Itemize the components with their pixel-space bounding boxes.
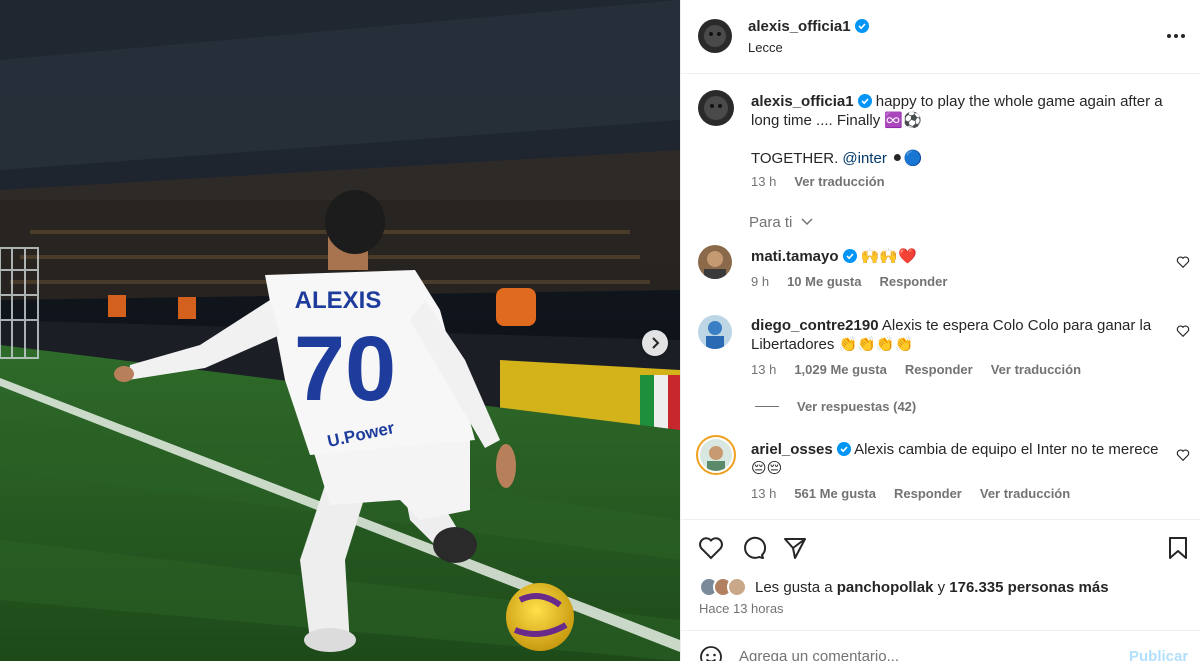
post-actions: Les gusta a panchopollak y 176.335 perso…: [681, 519, 1200, 661]
comment-filter-label: Para ti: [749, 214, 793, 231]
caption-author-avatar[interactable]: [698, 90, 734, 126]
heart-icon[interactable]: [698, 535, 724, 561]
post-timestamp[interactable]: Hace 13 horas: [699, 601, 784, 616]
comment-meta: 13 h 1,029 Me gusta Responder Ver traduc…: [751, 362, 1081, 377]
emoji-icon[interactable]: [699, 645, 723, 661]
comment-filter[interactable]: Para ti: [749, 214, 813, 231]
comment-likes[interactable]: 561 Me gusta: [794, 486, 876, 501]
post-modal: ALEXIS 70 U.Power alexis_officia1 Lecce: [0, 0, 1200, 661]
comment-reply-button[interactable]: Responder: [880, 274, 948, 289]
heart-icon[interactable]: [1176, 255, 1190, 269]
caption-username[interactable]: alexis_officia1: [751, 93, 854, 110]
publish-button[interactable]: Publicar: [1129, 648, 1188, 661]
share-icon[interactable]: [782, 535, 808, 561]
replies-divider: [755, 406, 779, 407]
comment-reply-button[interactable]: Responder: [905, 362, 973, 377]
comment-input[interactable]: [739, 645, 1119, 661]
post-location[interactable]: Lecce: [748, 40, 783, 55]
comment-likes[interactable]: 1,029 Me gusta: [794, 362, 887, 377]
next-photo-button[interactable]: [642, 330, 668, 356]
caption-mention-link[interactable]: @inter: [842, 150, 886, 167]
post-photo-image: ALEXIS 70 U.Power: [0, 0, 680, 661]
caption-line-2: TOGETHER. @inter ⚫🔵: [751, 149, 1171, 168]
caption-time[interactable]: 13 h: [751, 174, 776, 189]
next-arrow-icon: [652, 337, 660, 349]
view-replies-label: Ver respuestas (42): [797, 399, 917, 414]
likes-text: Les gusta a panchopollak y 176.335 perso…: [755, 579, 1109, 596]
comment-time[interactable]: 13 h: [751, 486, 776, 501]
comment-reply-button[interactable]: Responder: [894, 486, 962, 501]
comment-time[interactable]: 9 h: [751, 274, 769, 289]
comment-translate-button[interactable]: Ver traducción: [980, 486, 1070, 501]
liker-avatar: [727, 577, 747, 597]
caption-translate-button[interactable]: Ver traducción: [794, 174, 884, 189]
heart-icon[interactable]: [1176, 448, 1190, 462]
comment: ariel_osses Alexis cambia de equipo el I…: [751, 440, 1171, 478]
author-avatar[interactable]: [698, 19, 732, 53]
comment-icon[interactable]: [740, 535, 766, 561]
likes-others-link[interactable]: 176.335 personas más: [949, 579, 1108, 596]
verified-icon: [842, 249, 857, 263]
post-side-panel: alexis_officia1 Lecce alexis_officia1 ha…: [680, 0, 1200, 661]
more-options-icon[interactable]: [1165, 26, 1187, 46]
view-replies-button[interactable]: Ver respuestas (42): [755, 399, 916, 414]
caption-meta: 13 h Ver traducción: [751, 174, 885, 189]
verified-icon: [836, 442, 851, 456]
heart-icon[interactable]: [1176, 324, 1190, 338]
comment-likes[interactable]: 10 Me gusta: [787, 274, 861, 289]
comment-meta: 9 h 10 Me gusta Responder: [751, 274, 947, 289]
post-caption: alexis_officia1 happy to play the whole …: [751, 92, 1171, 130]
likes-prefix: Les gusta a: [755, 578, 833, 596]
jersey-name: ALEXIS: [295, 287, 382, 314]
bookmark-icon[interactable]: [1165, 535, 1191, 561]
liker-username[interactable]: panchopollak: [837, 579, 934, 596]
jersey-number: 70: [294, 318, 396, 420]
comment: mati.tamayo 🙌🙌❤️: [751, 247, 1171, 266]
comment-text: 🙌🙌❤️: [860, 248, 917, 265]
comment-username[interactable]: diego_contre2190: [751, 317, 879, 334]
comment-username[interactable]: mati.tamayo: [751, 248, 839, 265]
caption-together: TOGETHER.: [751, 150, 839, 167]
commenter-avatar-story[interactable]: [696, 435, 736, 475]
post-photo[interactable]: ALEXIS 70 U.Power: [0, 0, 680, 661]
comment-box: Publicar: [681, 630, 1200, 661]
author-username[interactable]: alexis_officia1: [748, 18, 851, 35]
comment-meta: 13 h 561 Me gusta Responder Ver traducci…: [751, 486, 1070, 501]
post-header: alexis_officia1 Lecce: [681, 0, 1200, 74]
commenter-avatar[interactable]: [698, 245, 732, 279]
caption-emoji: ⚫🔵: [891, 150, 923, 167]
comments-list[interactable]: alexis_officia1 happy to play the whole …: [681, 75, 1200, 518]
comment-time[interactable]: 13 h: [751, 362, 776, 377]
likes-joiner: y: [937, 578, 946, 596]
verified-icon: [857, 94, 872, 108]
verified-icon: [854, 19, 869, 33]
comment: diego_contre2190 Alexis te espera Colo C…: [751, 316, 1171, 354]
comment-username[interactable]: ariel_osses: [751, 441, 833, 458]
likes-summary: Les gusta a panchopollak y 176.335 perso…: [699, 577, 1109, 597]
commenter-avatar[interactable]: [698, 315, 732, 349]
chevron-down-icon: [801, 218, 813, 226]
comment-translate-button[interactable]: Ver traducción: [991, 362, 1081, 377]
